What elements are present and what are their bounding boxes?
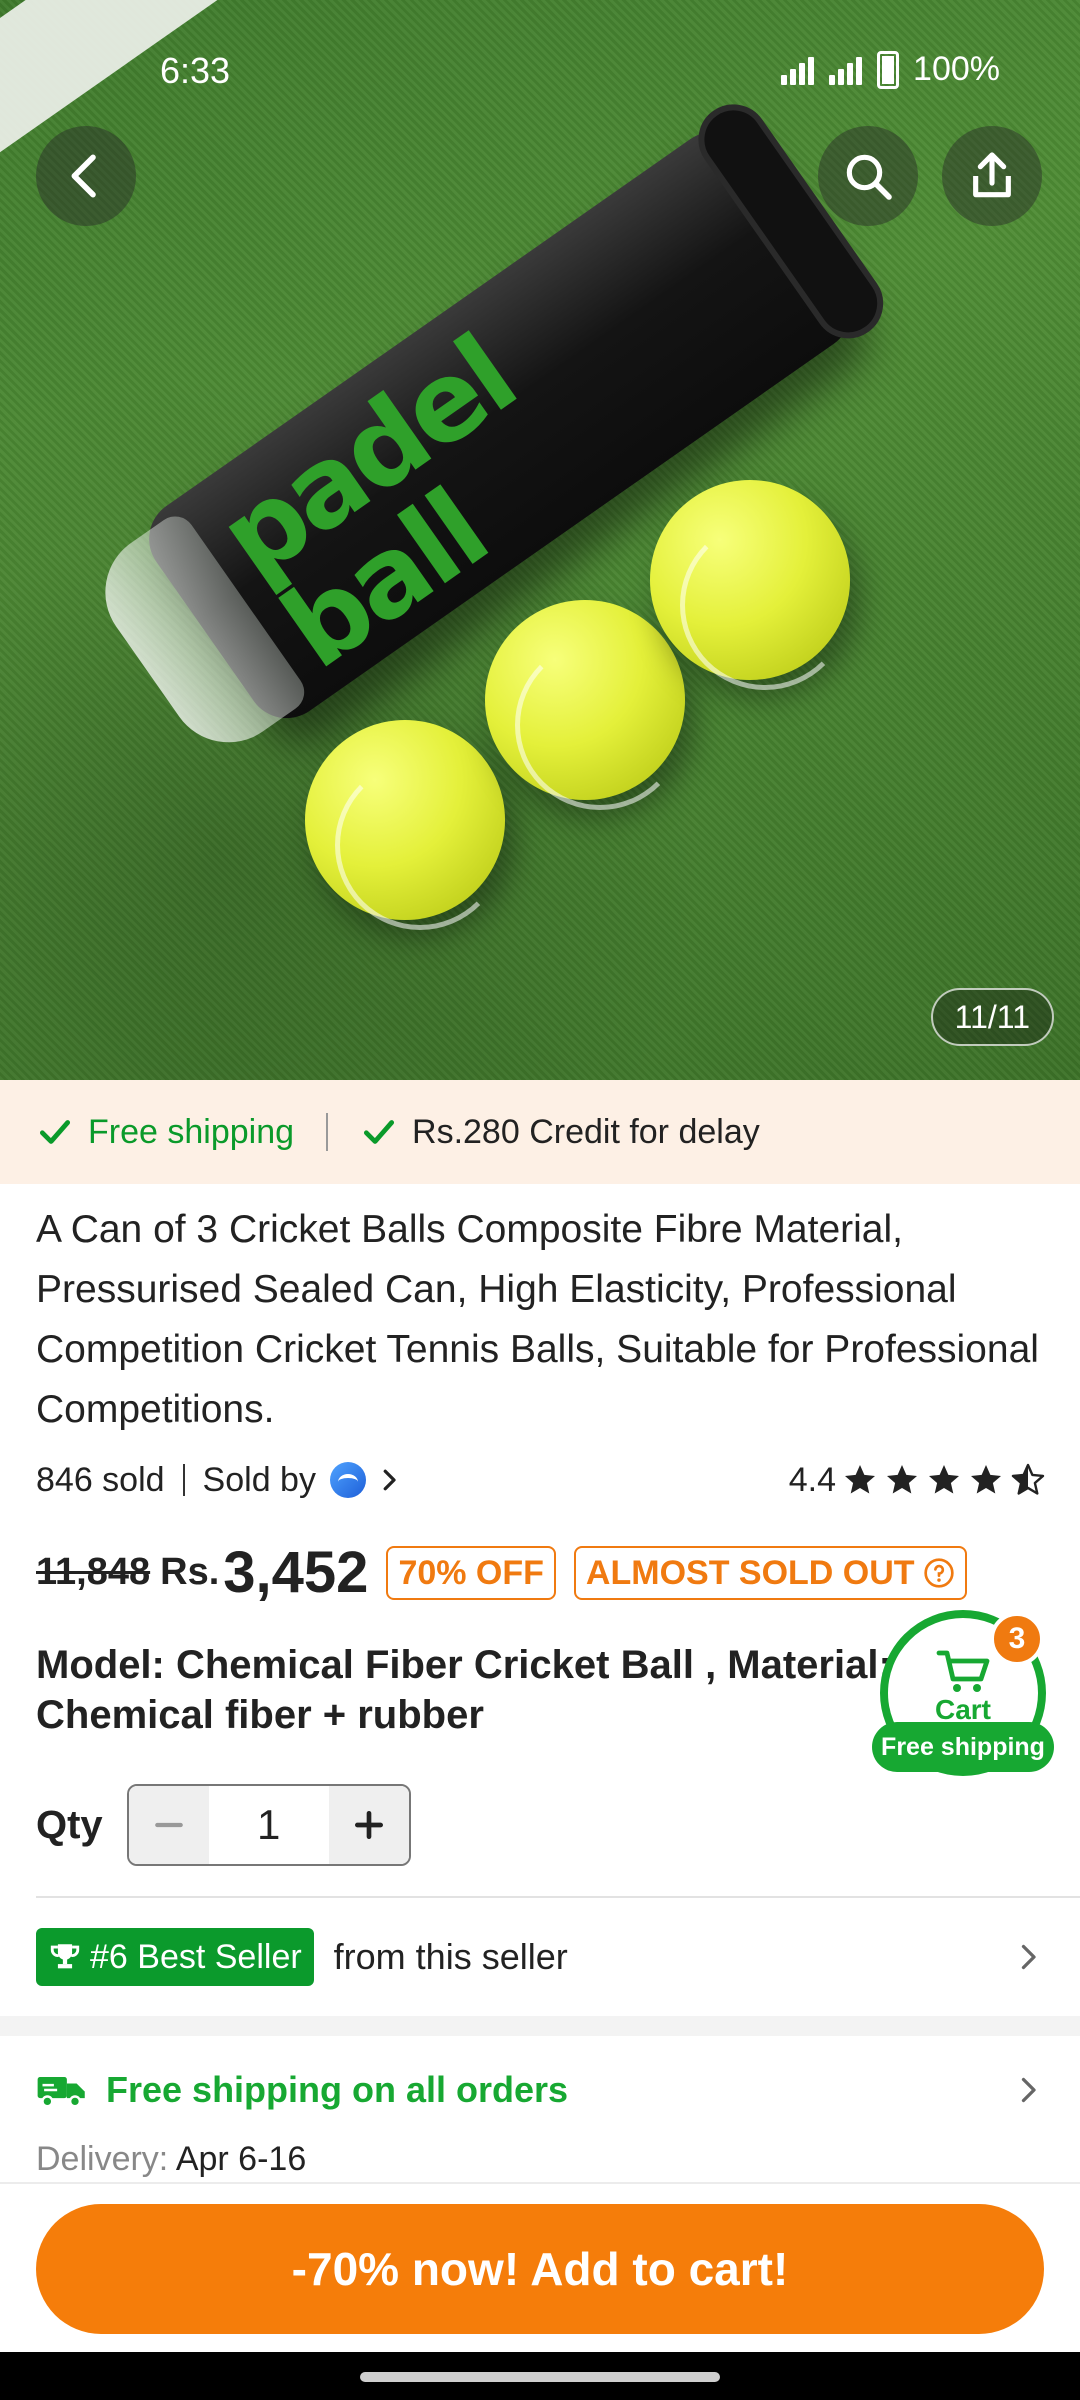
battery-icon bbox=[877, 50, 900, 89]
increase-quantity-button[interactable] bbox=[328, 1786, 409, 1864]
delivery-dates: Apr 6-16 bbox=[175, 2140, 307, 2178]
check-icon bbox=[363, 1120, 395, 1144]
quantity-label: Qty bbox=[36, 1802, 103, 1847]
trophy-icon bbox=[50, 1944, 80, 1969]
star-half-icon bbox=[1011, 1463, 1045, 1495]
decrease-quantity-button[interactable] bbox=[128, 1786, 209, 1864]
bottom-action-bar: -70% now! Add to cart! bbox=[0, 2182, 1080, 2352]
share-button[interactable] bbox=[942, 126, 1042, 226]
seller-logo-icon bbox=[329, 1462, 366, 1498]
system-navigation-bar bbox=[0, 2352, 1080, 2400]
ball-image bbox=[485, 600, 685, 810]
cart-icon bbox=[936, 1650, 990, 1692]
star-filled-icon bbox=[929, 1465, 959, 1494]
quantity-row: Qty 1 bbox=[36, 1784, 411, 1866]
check-icon bbox=[39, 1120, 71, 1144]
discount-badge: 70% OFF bbox=[386, 1545, 556, 1600]
shipping-benefits-strip: Free shipping Rs.280 Credit for delay bbox=[0, 1080, 1080, 1184]
delivery-estimate: Delivery: Apr 6-16 bbox=[36, 2140, 306, 2179]
chevron-right-icon bbox=[1021, 1944, 1036, 1970]
divider bbox=[326, 1113, 329, 1151]
truck-icon bbox=[37, 2077, 85, 2108]
chevron-right-icon bbox=[383, 1469, 396, 1491]
rating-value: 4.4 bbox=[788, 1460, 836, 1499]
chevron-right-icon bbox=[1021, 2077, 1036, 2103]
delivery-label: Delivery: bbox=[36, 2140, 169, 2178]
rating[interactable]: 4.4 bbox=[789, 1461, 1046, 1500]
star-filled-icon bbox=[971, 1465, 1001, 1494]
image-counter: 11/11 bbox=[930, 988, 1054, 1046]
sale-price: 3,452 bbox=[223, 1540, 369, 1605]
quantity-stepper: 1 bbox=[126, 1784, 411, 1866]
minus-icon bbox=[154, 1822, 183, 1828]
signal-icon bbox=[781, 55, 815, 85]
free-shipping-label: Free shipping bbox=[88, 1112, 295, 1151]
best-seller-row[interactable]: #6 Best Seller from this seller bbox=[36, 1928, 1046, 1986]
price-row: 11,848 Rs. 3,452 70% OFF ALMOST SOLD OUT bbox=[36, 1535, 967, 1610]
stock-badge[interactable]: ALMOST SOLD OUT bbox=[573, 1545, 967, 1600]
currency: Rs. bbox=[160, 1551, 220, 1593]
section-separator bbox=[0, 2016, 1080, 2036]
search-button[interactable] bbox=[818, 126, 918, 226]
star-filled-icon bbox=[887, 1465, 917, 1494]
cart-free-shipping-label: Free shipping bbox=[872, 1722, 1054, 1772]
free-shipping-headline: Free shipping on all orders bbox=[106, 2069, 569, 2110]
divider bbox=[36, 1896, 1080, 1898]
share-icon bbox=[973, 152, 1011, 198]
status-time: 6:33 bbox=[160, 50, 231, 91]
delay-credit-label: Rs.280 Credit for delay bbox=[412, 1112, 760, 1151]
original-price: 11,848 bbox=[36, 1551, 151, 1593]
back-button[interactable] bbox=[36, 126, 136, 226]
product-meta-row: 846 sold Sold by 4.4 bbox=[36, 1455, 1046, 1505]
search-icon bbox=[846, 154, 892, 200]
best-seller-text: from this seller bbox=[333, 1936, 568, 1977]
plus-icon bbox=[354, 1811, 383, 1839]
product-model-spec[interactable]: Model: Chemical Fiber Cricket Ball , Mat… bbox=[36, 1640, 896, 1740]
home-gesture-handle[interactable] bbox=[360, 2372, 720, 2382]
question-circle-icon bbox=[923, 1557, 954, 1588]
ball-image bbox=[305, 720, 505, 930]
sold-by-label: Sold by bbox=[202, 1460, 316, 1499]
product-image-gallery[interactable]: padel ball 6:33 100% 11/11 bbox=[0, 0, 1080, 1080]
ball-image bbox=[650, 480, 850, 690]
add-to-cart-button[interactable]: -70% now! Add to cart! bbox=[36, 2204, 1044, 2334]
cart-count-badge: 3 bbox=[990, 1612, 1044, 1666]
battery-level: 100% bbox=[913, 50, 1000, 88]
best-seller-badge: #6 Best Seller bbox=[36, 1928, 314, 1986]
divider bbox=[182, 1464, 185, 1496]
signal-icon bbox=[829, 55, 863, 85]
product-title: A Can of 3 Cricket Balls Composite Fibre… bbox=[36, 1208, 1039, 1431]
free-shipping-row[interactable]: Free shipping on all orders bbox=[36, 2062, 1046, 2118]
chevron-left-icon bbox=[71, 154, 96, 198]
seller-link[interactable]: Sold by bbox=[203, 1461, 404, 1500]
quantity-value[interactable]: 1 bbox=[209, 1786, 329, 1864]
star-filled-icon bbox=[845, 1465, 875, 1494]
status-bar: 6:33 100% bbox=[0, 40, 1080, 100]
sold-count: 846 sold bbox=[36, 1460, 165, 1499]
